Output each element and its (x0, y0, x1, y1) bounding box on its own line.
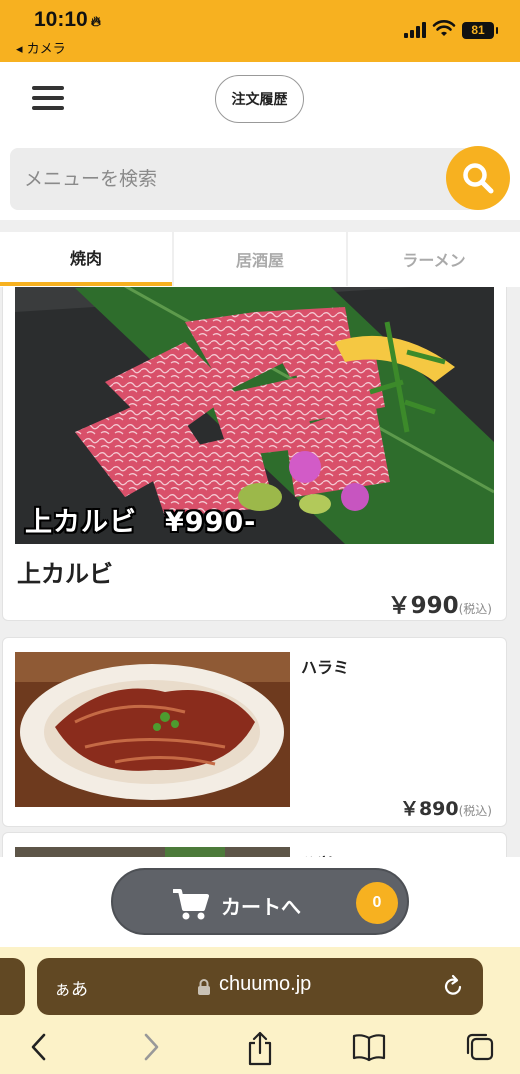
address-bar[interactable]: ぁあ chuumo.jp (37, 958, 483, 1015)
tab-yakiniku[interactable]: 焼肉 (0, 232, 172, 286)
url-text: chuumo.jp (219, 973, 312, 995)
harami-photo (15, 652, 290, 807)
status-bar: 10:10 🔥︎ ◂ カメラ 81 (0, 0, 520, 62)
menu-item-name: 上カルビ (17, 560, 113, 588)
back-arrow-icon[interactable] (28, 1031, 50, 1063)
menu-list: 上カルビ ¥990- 上カルビ ￥990(税込) ハラミ ￥890(税込) (0, 287, 520, 857)
price-value: ￥990 (387, 593, 459, 619)
menu-item-image[interactable] (15, 847, 290, 857)
search-icon (463, 163, 494, 194)
search-button[interactable] (446, 146, 510, 210)
search-input[interactable] (10, 148, 450, 210)
status-time: 10:10 🔥︎ (34, 8, 101, 32)
back-to-app-link[interactable]: ◂ カメラ (16, 38, 66, 57)
tab-ramen[interactable]: ラーメン (348, 232, 520, 286)
menu-item-name: ハツ (301, 849, 333, 857)
menu-item-price: ￥990(税込) (388, 586, 492, 620)
order-history-button[interactable]: 注文履歴 (215, 75, 304, 123)
menu-item-card[interactable]: ハツ (2, 832, 507, 857)
tax-note: (税込) (458, 804, 492, 818)
wifi-icon (432, 20, 456, 36)
menu-item-price: ￥890(税込) (400, 794, 492, 821)
cellular-signal-icon (404, 22, 426, 38)
cart-count-badge: 0 (356, 882, 398, 924)
tab-izakaya[interactable]: 居酒屋 (174, 232, 346, 286)
hamburger-menu-icon[interactable] (32, 86, 64, 110)
status-time-text: 10:10 (34, 8, 88, 31)
tabs-icon[interactable] (464, 1031, 496, 1063)
price-value: ￥890 (399, 798, 459, 820)
image-caption: 上カルビ ¥990- (25, 507, 257, 538)
reader-options-button[interactable]: ぁあ (54, 975, 88, 1000)
menu-item-name: ハラミ (301, 658, 350, 677)
shopping-cart-icon (173, 889, 209, 920)
browser-toolbar: ぁあ chuumo.jp (0, 947, 520, 1074)
reload-icon[interactable] (441, 974, 465, 998)
hatsu-photo (15, 847, 290, 857)
menu-item-image[interactable] (15, 652, 290, 807)
search-box (10, 148, 476, 210)
cart-label: カートへ (221, 895, 301, 919)
menu-item-card[interactable]: ハラミ ￥890(税込) (2, 637, 507, 827)
battery-indicator: 81 (462, 22, 498, 39)
cart-button[interactable]: カートへ 0 (111, 868, 409, 935)
previous-tab-preview[interactable] (0, 958, 25, 1015)
browser-nav-bar (0, 1027, 520, 1072)
tax-note: (税込) (458, 602, 492, 616)
forward-arrow-icon[interactable] (140, 1031, 162, 1063)
bookmarks-icon[interactable] (352, 1031, 386, 1063)
hotspot-icon: 🔥︎ (90, 13, 101, 29)
share-icon[interactable] (246, 1031, 274, 1067)
menu-item-card[interactable]: 上カルビ ¥990- 上カルビ ￥990(税込) (2, 287, 507, 621)
lock-icon (198, 979, 210, 995)
menu-item-image[interactable]: 上カルビ ¥990- (15, 287, 494, 544)
